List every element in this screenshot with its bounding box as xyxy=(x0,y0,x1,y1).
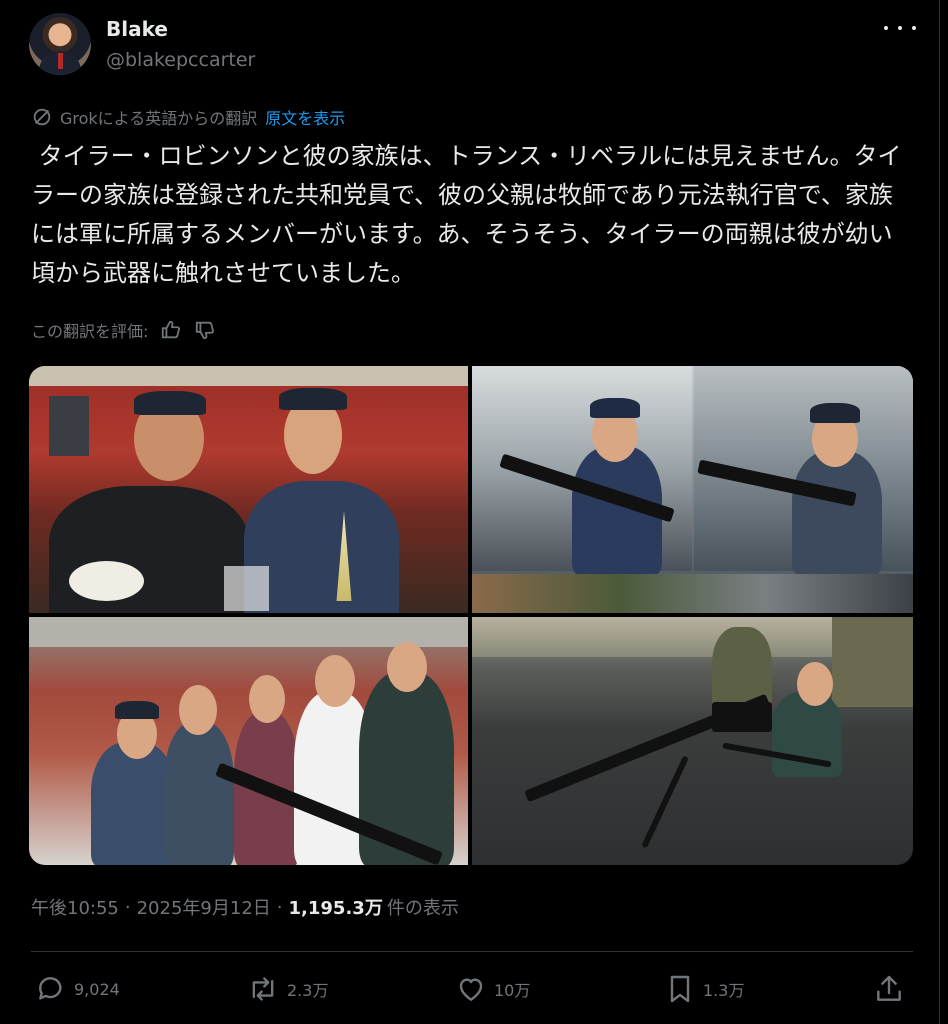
repost-button[interactable]: 2.3万 xyxy=(246,970,328,1008)
translation-note-row: Grokによる英語からの翻訳 原文を表示 xyxy=(31,104,345,130)
photo-face-seated-teen xyxy=(797,662,833,706)
photo-face-girl-1 xyxy=(249,675,285,723)
meta-separator: · xyxy=(124,896,131,918)
heart-icon xyxy=(459,978,483,1001)
photo-cap-boy-1 xyxy=(590,398,640,418)
divider xyxy=(31,951,913,952)
photo-collage-bottom-strip xyxy=(472,574,913,613)
photo-ceiling xyxy=(29,366,468,386)
views-label: 件の表示 xyxy=(386,898,459,919)
reply-icon xyxy=(39,977,62,1000)
translate-icon xyxy=(33,108,51,126)
rate-translation-row: この翻訳を評価: xyxy=(31,316,216,344)
photo-kid-2 xyxy=(164,722,234,865)
author-display-name[interactable]: Blake xyxy=(106,17,168,41)
bookmark-icon xyxy=(670,975,690,1003)
thumbs-up-icon xyxy=(162,320,181,339)
photo-machine-gun-body xyxy=(712,702,772,732)
author-handle[interactable]: @blakepccarter xyxy=(106,49,255,71)
tweet-card: Blake @blakepccarter Grokによる英語からの翻訳 原文を表… xyxy=(0,0,940,1024)
translation-note: Grokによる英語からの翻訳 xyxy=(60,109,258,128)
rate-translation-label: この翻訳を評価: xyxy=(31,322,149,341)
bookmark-count: 1.3万 xyxy=(703,981,745,1000)
thumbs-up-button[interactable] xyxy=(160,319,182,341)
more-icon-dot xyxy=(912,26,916,30)
reply-count: 9,024 xyxy=(74,979,120,999)
media-grid xyxy=(29,366,913,865)
photo-face-woman xyxy=(315,655,355,707)
bookmark-button[interactable]: 1.3万 xyxy=(664,970,744,1008)
thumbs-down-button[interactable] xyxy=(194,319,216,341)
share-icon xyxy=(877,975,901,1001)
photo-bowl xyxy=(69,561,144,601)
more-icon xyxy=(884,26,888,30)
tweet-time[interactable]: 午後10:55 xyxy=(31,894,119,920)
media-photo-group[interactable] xyxy=(29,617,468,865)
photo-face-kid-2 xyxy=(179,685,217,735)
photo-vehicle xyxy=(832,617,913,707)
photo-seated-teen xyxy=(772,692,842,777)
views-count: 1,195.3万 xyxy=(288,898,383,919)
media-photo-collage[interactable] xyxy=(472,366,913,613)
reply-button[interactable]: 9,024 xyxy=(35,970,120,1008)
photo-window xyxy=(49,396,89,456)
avatar[interactable] xyxy=(29,13,91,75)
tweet-meta: 午後10:55 · 2025年9月12日 · 1,195.3万 件の表示 xyxy=(31,894,459,920)
like-button[interactable]: 10万 xyxy=(455,970,530,1008)
show-original-link[interactable]: 原文を表示 xyxy=(265,105,345,129)
avatar-tie xyxy=(58,53,63,69)
photo-face-teen-2 xyxy=(387,642,427,692)
like-count: 10万 xyxy=(494,981,531,1000)
photo-cap-kid-1 xyxy=(115,701,159,719)
repost-count: 2.3万 xyxy=(287,981,329,1000)
repost-icon xyxy=(252,977,274,1001)
more-button[interactable] xyxy=(884,16,916,40)
photo-cap-man xyxy=(134,391,206,415)
media-photo-restaurant[interactable] xyxy=(29,366,468,613)
photo-cup xyxy=(224,566,269,611)
photo-cap-teen xyxy=(279,388,347,410)
tweet-date[interactable]: 2025年9月12日 xyxy=(137,894,271,920)
media-photo-machine-gun[interactable] xyxy=(472,617,913,865)
photo-tripod-leg xyxy=(641,755,689,849)
thumbs-down-icon xyxy=(196,321,215,340)
photo-boy-2 xyxy=(792,451,882,576)
photo-cap-boy-2 xyxy=(810,403,860,423)
tweet-text: タイラー・ロビンソンと彼の家族は、トランス・リベラルには見えません。タイラーの家… xyxy=(31,142,902,287)
meta-separator-2: · xyxy=(276,896,283,918)
share-button[interactable] xyxy=(873,970,912,1008)
action-bar: 9,024 2.3万 10万 1.3万 xyxy=(31,970,911,1008)
more-icon-dot xyxy=(898,26,902,30)
